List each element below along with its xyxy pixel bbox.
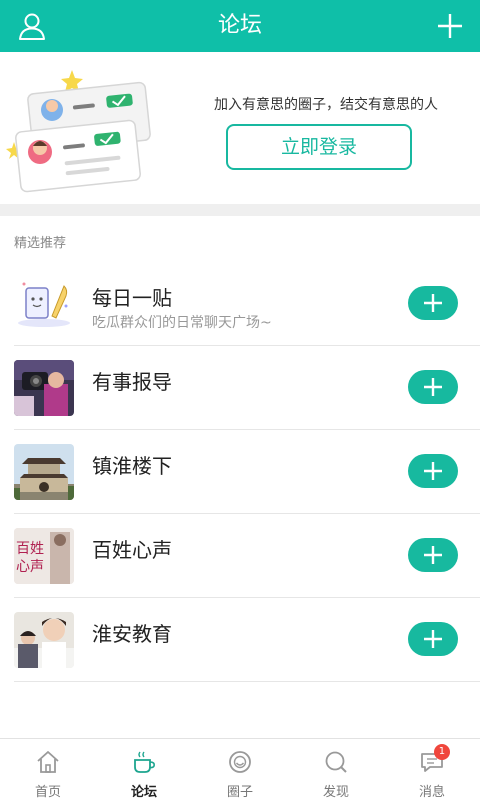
tab-forum[interactable]: 论坛: [96, 739, 192, 800]
forum-name: 镇淮楼下: [92, 454, 172, 478]
thumbnail-caption: 百姓心声: [16, 541, 44, 575]
tab-label: 圈子: [226, 785, 253, 800]
forum-thumbnail: [14, 360, 74, 416]
section-gap: [0, 204, 480, 216]
forum-thumbnail: [14, 276, 74, 332]
login-banner: 加入有意思的圈子，结交有意思的人 立即登录: [0, 52, 480, 204]
forum-row-daily-post[interactable]: 每日一贴 吃瓜群众们的日常聊天广场~: [0, 262, 480, 346]
add-icon[interactable]: [434, 10, 466, 42]
forum-row-public-voice[interactable]: 百姓心声 百姓心声: [0, 514, 480, 598]
join-forum-button[interactable]: [408, 370, 458, 404]
section-title: 精选推荐: [14, 236, 67, 251]
search-icon: [325, 751, 347, 773]
plus-icon: [424, 378, 442, 396]
top-bar: 论坛: [0, 0, 480, 52]
forum-row-zhenhuai-tower[interactable]: 镇淮楼下: [0, 430, 480, 514]
plus-icon: [424, 546, 442, 564]
forum-thumbnail: [14, 612, 74, 668]
tab-circles[interactable]: 圈子: [192, 739, 288, 800]
tab-label: 消息: [418, 785, 445, 800]
plus-icon: [424, 630, 442, 648]
forum-name: 有事报导: [92, 370, 172, 394]
tab-home[interactable]: 首页: [0, 739, 96, 800]
page-title: 论坛: [217, 13, 262, 38]
profile-cards-illustration: [4, 64, 164, 194]
tab-label: 论坛: [130, 785, 157, 800]
bottom-tab-bar: 首页 论坛 圈子 发现 1 消息: [0, 738, 480, 800]
forum-description: 吃瓜群众们的日常聊天广场~: [92, 315, 272, 331]
unread-badge: 1: [433, 744, 450, 760]
tab-label: 发现: [322, 785, 349, 800]
forum-name: 百姓心声: [92, 538, 172, 562]
join-forum-button[interactable]: [408, 622, 458, 656]
join-forum-button[interactable]: [408, 454, 458, 488]
plus-icon: [424, 462, 442, 480]
forum-name: 淮安教育: [92, 622, 172, 646]
forum-list: 每日一贴 吃瓜群众们的日常聊天广场~ 有事报导 镇淮楼下 百姓心声 百姓心声 淮…: [0, 262, 480, 682]
banner-slogan: 加入有意思的圈子，结交有意思的人: [214, 97, 438, 113]
coffee-cup-icon: [134, 751, 155, 773]
join-forum-button[interactable]: [408, 538, 458, 572]
forum-name: 每日一贴: [92, 286, 172, 310]
tab-messages[interactable]: 1 消息: [384, 739, 480, 800]
tab-discover[interactable]: 发现: [288, 739, 384, 800]
tab-label: 首页: [34, 785, 61, 800]
forum-row-news-report[interactable]: 有事报导: [0, 346, 480, 430]
join-forum-button[interactable]: [408, 286, 458, 320]
home-icon: [37, 751, 59, 773]
row-divider: [14, 681, 480, 682]
login-button[interactable]: 立即登录: [226, 124, 412, 170]
forum-row-huaian-education[interactable]: 淮安教育: [0, 598, 480, 682]
forum-thumbnail: [14, 444, 74, 500]
smile-circle-icon: [229, 751, 251, 773]
plus-icon: [424, 294, 442, 312]
forum-thumbnail: 百姓心声: [14, 528, 74, 584]
